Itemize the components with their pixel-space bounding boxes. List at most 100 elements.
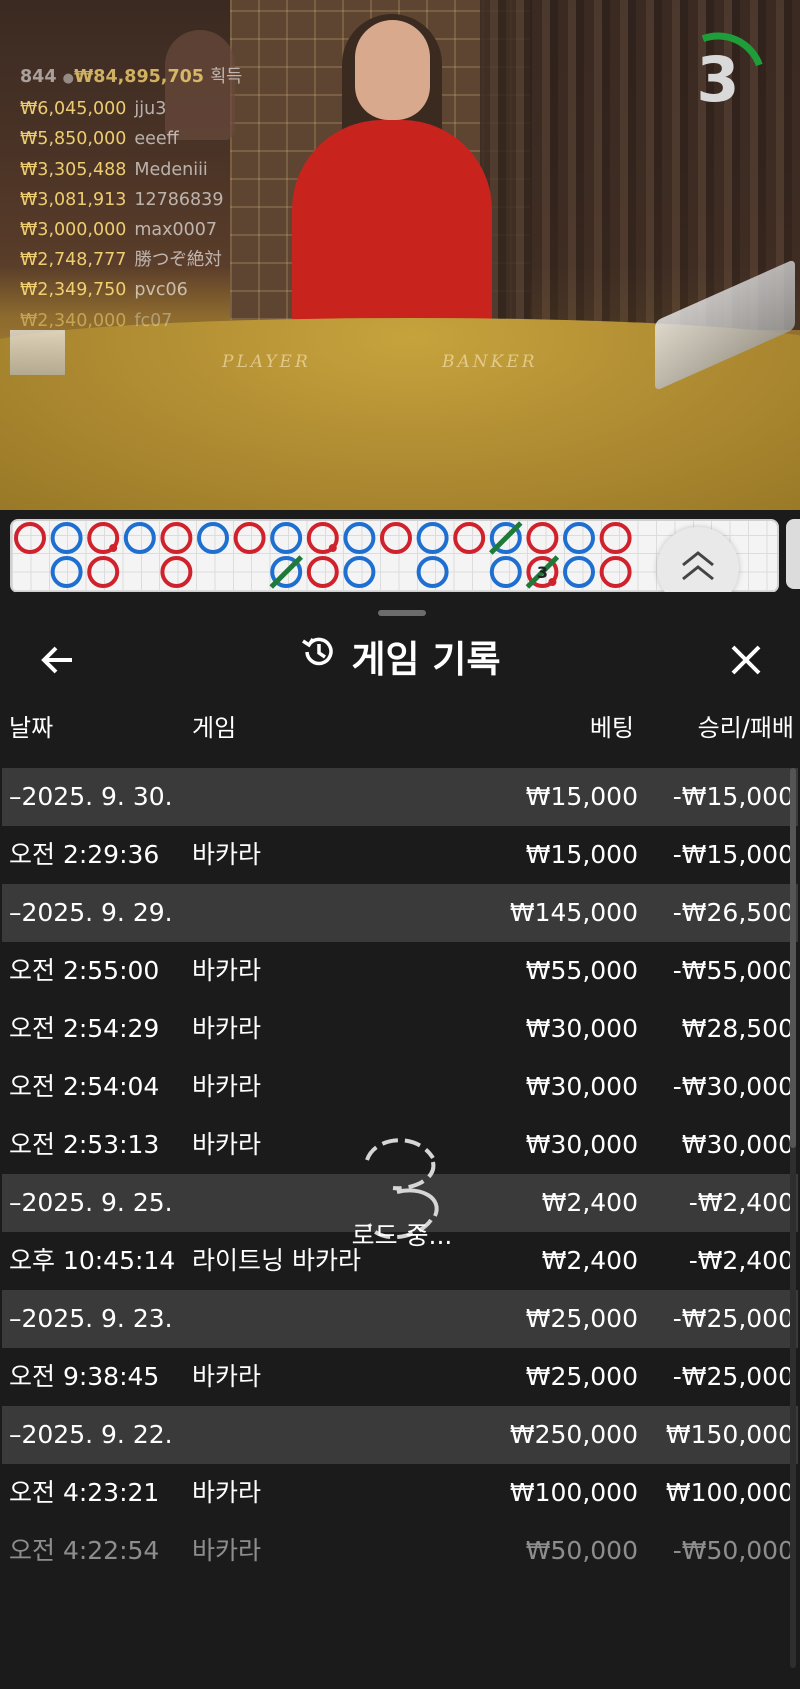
winners-total-amount: ₩84,895,705 <box>73 67 204 87</box>
scrollbar[interactable] <box>790 768 796 1668</box>
game-row[interactable]: 오전 2:54:04 바카라 ₩30,000 -₩30,000 <box>2 1058 798 1116</box>
banker-win-bead <box>599 522 632 554</box>
row-game: 바카라 <box>192 1536 262 1565</box>
date-group-row[interactable]: –2025. 9. 30. ₩15,000 -₩15,000 <box>2 768 798 826</box>
row-bet: ₩15,000 <box>525 840 638 869</box>
double-chevron-up-icon <box>682 551 714 581</box>
pair-dot <box>548 578 557 586</box>
column-header-bet[interactable]: 베팅 <box>590 704 634 752</box>
player-win-bead <box>197 522 229 554</box>
row-bet: ₩55,000 <box>525 956 638 985</box>
row-date: –2025. 9. 23. <box>9 1304 173 1333</box>
date-group-row[interactable]: –2025. 9. 29. ₩145,000 -₩26,500 <box>2 884 798 942</box>
row-bet: ₩50,000 <box>525 1536 638 1565</box>
row-bet: ₩30,000 <box>525 1014 638 1043</box>
scrollbar-thumb[interactable] <box>790 768 796 1148</box>
row-time: 오전 2:29:36 <box>9 840 160 869</box>
winner-amount: ₩3,000,000 <box>20 220 127 241</box>
panel-title: 게임 기록 <box>2 632 798 690</box>
pair-dot <box>328 544 337 552</box>
winner-amount: ₩3,305,488 <box>20 159 127 180</box>
row-winloss: -₩50,000 <box>672 1536 794 1565</box>
close-button[interactable] <box>726 640 766 680</box>
row-bet: ₩2,400 <box>541 1246 638 1275</box>
countdown-value: 3 <box>696 43 740 116</box>
winner-row: ₩6,045,000 jju3 <box>20 94 242 124</box>
row-date: –2025. 9. 22. <box>9 1420 173 1449</box>
game-row[interactable]: 오전 2:54:29 바카라 ₩30,000 ₩28,500 <box>2 1000 798 1058</box>
banker-win-bead <box>306 556 339 588</box>
column-header-date[interactable]: 날짜 <box>9 704 53 752</box>
row-winloss: -₩15,000 <box>672 782 794 811</box>
banker-win-bead <box>160 522 193 554</box>
dealer-body <box>292 120 492 335</box>
player-win-bead <box>343 556 376 588</box>
user-icon: ● <box>62 71 74 86</box>
player-win-bead <box>416 556 449 588</box>
winner-row: ₩3,081,913 12786839 <box>20 185 242 215</box>
date-group-row[interactable]: –2025. 9. 22. ₩250,000 ₩150,000 <box>2 1406 798 1464</box>
table-label-player: PLAYER <box>222 352 311 372</box>
side-panel-edge[interactable] <box>786 519 800 589</box>
winner-amount: ₩6,045,000 <box>20 99 127 120</box>
row-game: 바카라 <box>192 840 262 869</box>
row-time: 오전 2:55:00 <box>9 956 160 985</box>
row-bet: ₩15,000 <box>525 782 638 811</box>
row-winloss: -₩25,000 <box>672 1304 794 1333</box>
player-win-bead <box>563 556 595 588</box>
game-row[interactable]: 오전 4:22:54 바카라 ₩50,000 -₩50,000 <box>2 1522 798 1580</box>
winner-row: ₩2,349,750 pvc06 <box>20 275 242 305</box>
winner-name: 12786839 <box>134 189 224 210</box>
column-header-game[interactable]: 게임 <box>192 704 236 752</box>
banker-win-bead <box>233 522 266 554</box>
row-time: 오전 4:23:21 <box>9 1478 160 1507</box>
table-label-banker: BANKER <box>442 352 538 372</box>
row-time: 오전 4:22:54 <box>9 1536 160 1565</box>
tie-count: 3 <box>537 563 548 582</box>
player-win-bead <box>123 522 156 554</box>
row-bet: ₩25,000 <box>525 1362 638 1391</box>
game-row[interactable]: 오전 4:23:21 바카라 ₩100,000 ₩100,000 <box>2 1464 798 1522</box>
banker-win-bead <box>380 522 412 554</box>
row-winloss: -₩15,000 <box>672 840 794 869</box>
player-win-bead <box>50 522 83 554</box>
winner-row: ₩5,850,000 eeeff <box>20 124 242 154</box>
row-winloss: -₩26,500 <box>672 898 794 927</box>
row-winloss: ₩100,000 <box>665 1478 794 1507</box>
table-header: 날짜 게임 베팅 승리/패배 <box>2 704 798 752</box>
loading-text: 로드 중... <box>351 1221 453 1250</box>
row-game: 바카라 <box>192 1130 262 1159</box>
game-row[interactable]: 오전 2:29:36 바카라 ₩15,000 -₩15,000 <box>2 826 798 884</box>
close-icon <box>731 645 761 675</box>
winner-name: jju3 <box>134 99 167 120</box>
player-win-bead <box>489 556 522 588</box>
row-winloss: -₩2,400 <box>688 1188 794 1217</box>
winner-amount: ₩5,850,000 <box>20 129 127 150</box>
column-header-winloss[interactable]: 승리/패배 <box>698 704 794 752</box>
row-time: 오후 10:45:14 <box>9 1246 176 1275</box>
game-row[interactable]: 오전 9:38:45 바카라 ₩25,000 -₩25,000 <box>2 1348 798 1406</box>
winner-amount: ₩2,340,000 <box>20 310 127 331</box>
panel-title-text: 게임 기록 <box>351 638 501 681</box>
winner-row: ₩2,340,000 fc07 <box>20 306 242 336</box>
row-date: –2025. 9. 29. <box>9 898 173 927</box>
player-win-bead <box>270 522 303 554</box>
pair-dot <box>109 544 118 552</box>
winner-row: ₩3,000,000 max0007 <box>20 215 242 245</box>
row-time: 오전 2:54:04 <box>9 1072 160 1101</box>
banker-win-bead <box>14 522 46 554</box>
date-group-row[interactable]: –2025. 9. 23. ₩25,000 -₩25,000 <box>2 1290 798 1348</box>
row-winloss: -₩30,000 <box>672 1072 794 1101</box>
loading-indicator: 로드 중... <box>322 1128 482 1278</box>
row-game: 바카라 <box>192 1362 262 1391</box>
winner-name: eeeff <box>134 129 179 150</box>
winners-total: 844 ●₩84,895,705 획득 <box>20 62 242 94</box>
row-winloss: -₩25,000 <box>672 1362 794 1391</box>
game-history-panel: 게임 기록 날짜 게임 베팅 승리/패배 –2025. 9. 30. ₩15,00… <box>2 592 798 1689</box>
row-winloss: ₩150,000 <box>665 1420 794 1449</box>
winner-amount: ₩3,081,913 <box>20 189 127 210</box>
row-winloss: -₩2,400 <box>688 1246 794 1275</box>
drag-handle[interactable] <box>378 610 426 616</box>
game-row[interactable]: 오전 2:55:00 바카라 ₩55,000 -₩55,000 <box>2 942 798 1000</box>
banker-win-bead <box>87 556 120 588</box>
